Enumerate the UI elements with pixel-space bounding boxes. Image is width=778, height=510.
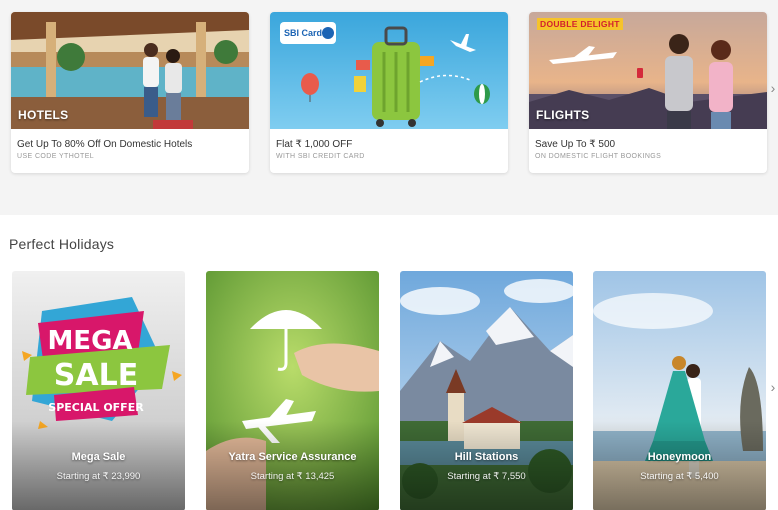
mega-art-text: MEGA — [47, 326, 132, 356]
holidays-next-arrow[interactable]: › — [768, 377, 778, 397]
flights-offer-title: Save Up To ₹ 500 — [535, 139, 616, 150]
offer-card-sbi[interactable]: SBI Card Flat ₹ 1,000 OFF WITH SBI CREDI… — [270, 12, 508, 173]
holiday-card-mega-sale[interactable]: MEGA SALE SPECIAL OFFER Mega Sale Starti… — [12, 271, 185, 510]
flights-banner-image: DOUBLE DELIGHT FLIGHTS — [529, 12, 767, 129]
holiday-card-honeymoon[interactable]: Honeymoon Starting at ₹ 5,400 — [593, 271, 766, 510]
card-shade — [12, 421, 185, 510]
sbi-banner-image: SBI Card — [270, 12, 508, 129]
holiday-name: Yatra Service Assurance — [228, 451, 357, 463]
holiday-price: Starting at ₹ 13,425 — [250, 471, 335, 482]
hotels-banner-image: HOTELS — [11, 12, 249, 129]
sbi-card-logo: SBI Card — [284, 28, 323, 38]
sale-art-text: SALE — [54, 358, 138, 393]
holiday-card-hill-stations[interactable]: Hill Stations Starting at ₹ 7,550 — [400, 271, 573, 510]
sbi-offer-title: Flat ₹ 1,000 OFF — [276, 139, 353, 150]
holiday-price: Starting at ₹ 5,400 — [640, 471, 719, 482]
flights-offer-subtitle: ON DOMESTIC FLIGHT BOOKINGS — [535, 153, 662, 160]
double-delight-badge: DOUBLE DELIGHT — [537, 18, 623, 30]
offers-row: HOTELS Get Up To 80% Off On Domestic Hot… — [0, 0, 778, 192]
offers-next-arrow[interactable]: › — [768, 78, 778, 98]
offer-card-hotels[interactable]: HOTELS Get Up To 80% Off On Domestic Hot… — [11, 12, 249, 173]
holiday-price: Starting at ₹ 7,550 — [447, 471, 526, 482]
hotels-offer-subtitle: USE CODE YTHOTEL — [17, 153, 95, 160]
sbi-offer-subtitle: WITH SBI CREDIT CARD — [276, 153, 365, 160]
flights-banner-label: FLIGHTS — [536, 108, 590, 122]
card-shade — [400, 421, 573, 510]
holiday-card-service-assurance[interactable]: Yatra Service Assurance Starting at ₹ 13… — [206, 271, 379, 510]
hotels-offer-title: Get Up To 80% Off On Domestic Hotels — [17, 139, 193, 150]
chevron-right-icon: › — [770, 379, 776, 395]
double-delight-badge-text: DOUBLE DELIGHT — [540, 19, 620, 29]
card-shade — [206, 421, 379, 510]
holiday-name: Honeymoon — [647, 451, 712, 463]
special-offer-art-text: SPECIAL OFFER — [48, 401, 144, 414]
holiday-name: Hill Stations — [454, 451, 519, 463]
chevron-right-icon: › — [770, 80, 776, 96]
section-title: Perfect Holidays — [9, 236, 115, 252]
perfect-holidays-section: Perfect Holidays MEGA SALE SPECIAL OFFER… — [0, 215, 778, 510]
offer-card-flights[interactable]: DOUBLE DELIGHT FLIGHTS Save Up To ₹ 500 … — [529, 12, 767, 173]
card-shade — [593, 421, 766, 510]
holiday-name: Mega Sale — [71, 451, 126, 463]
hotels-banner-label: HOTELS — [18, 108, 69, 122]
holiday-price: Starting at ₹ 23,990 — [56, 471, 141, 482]
